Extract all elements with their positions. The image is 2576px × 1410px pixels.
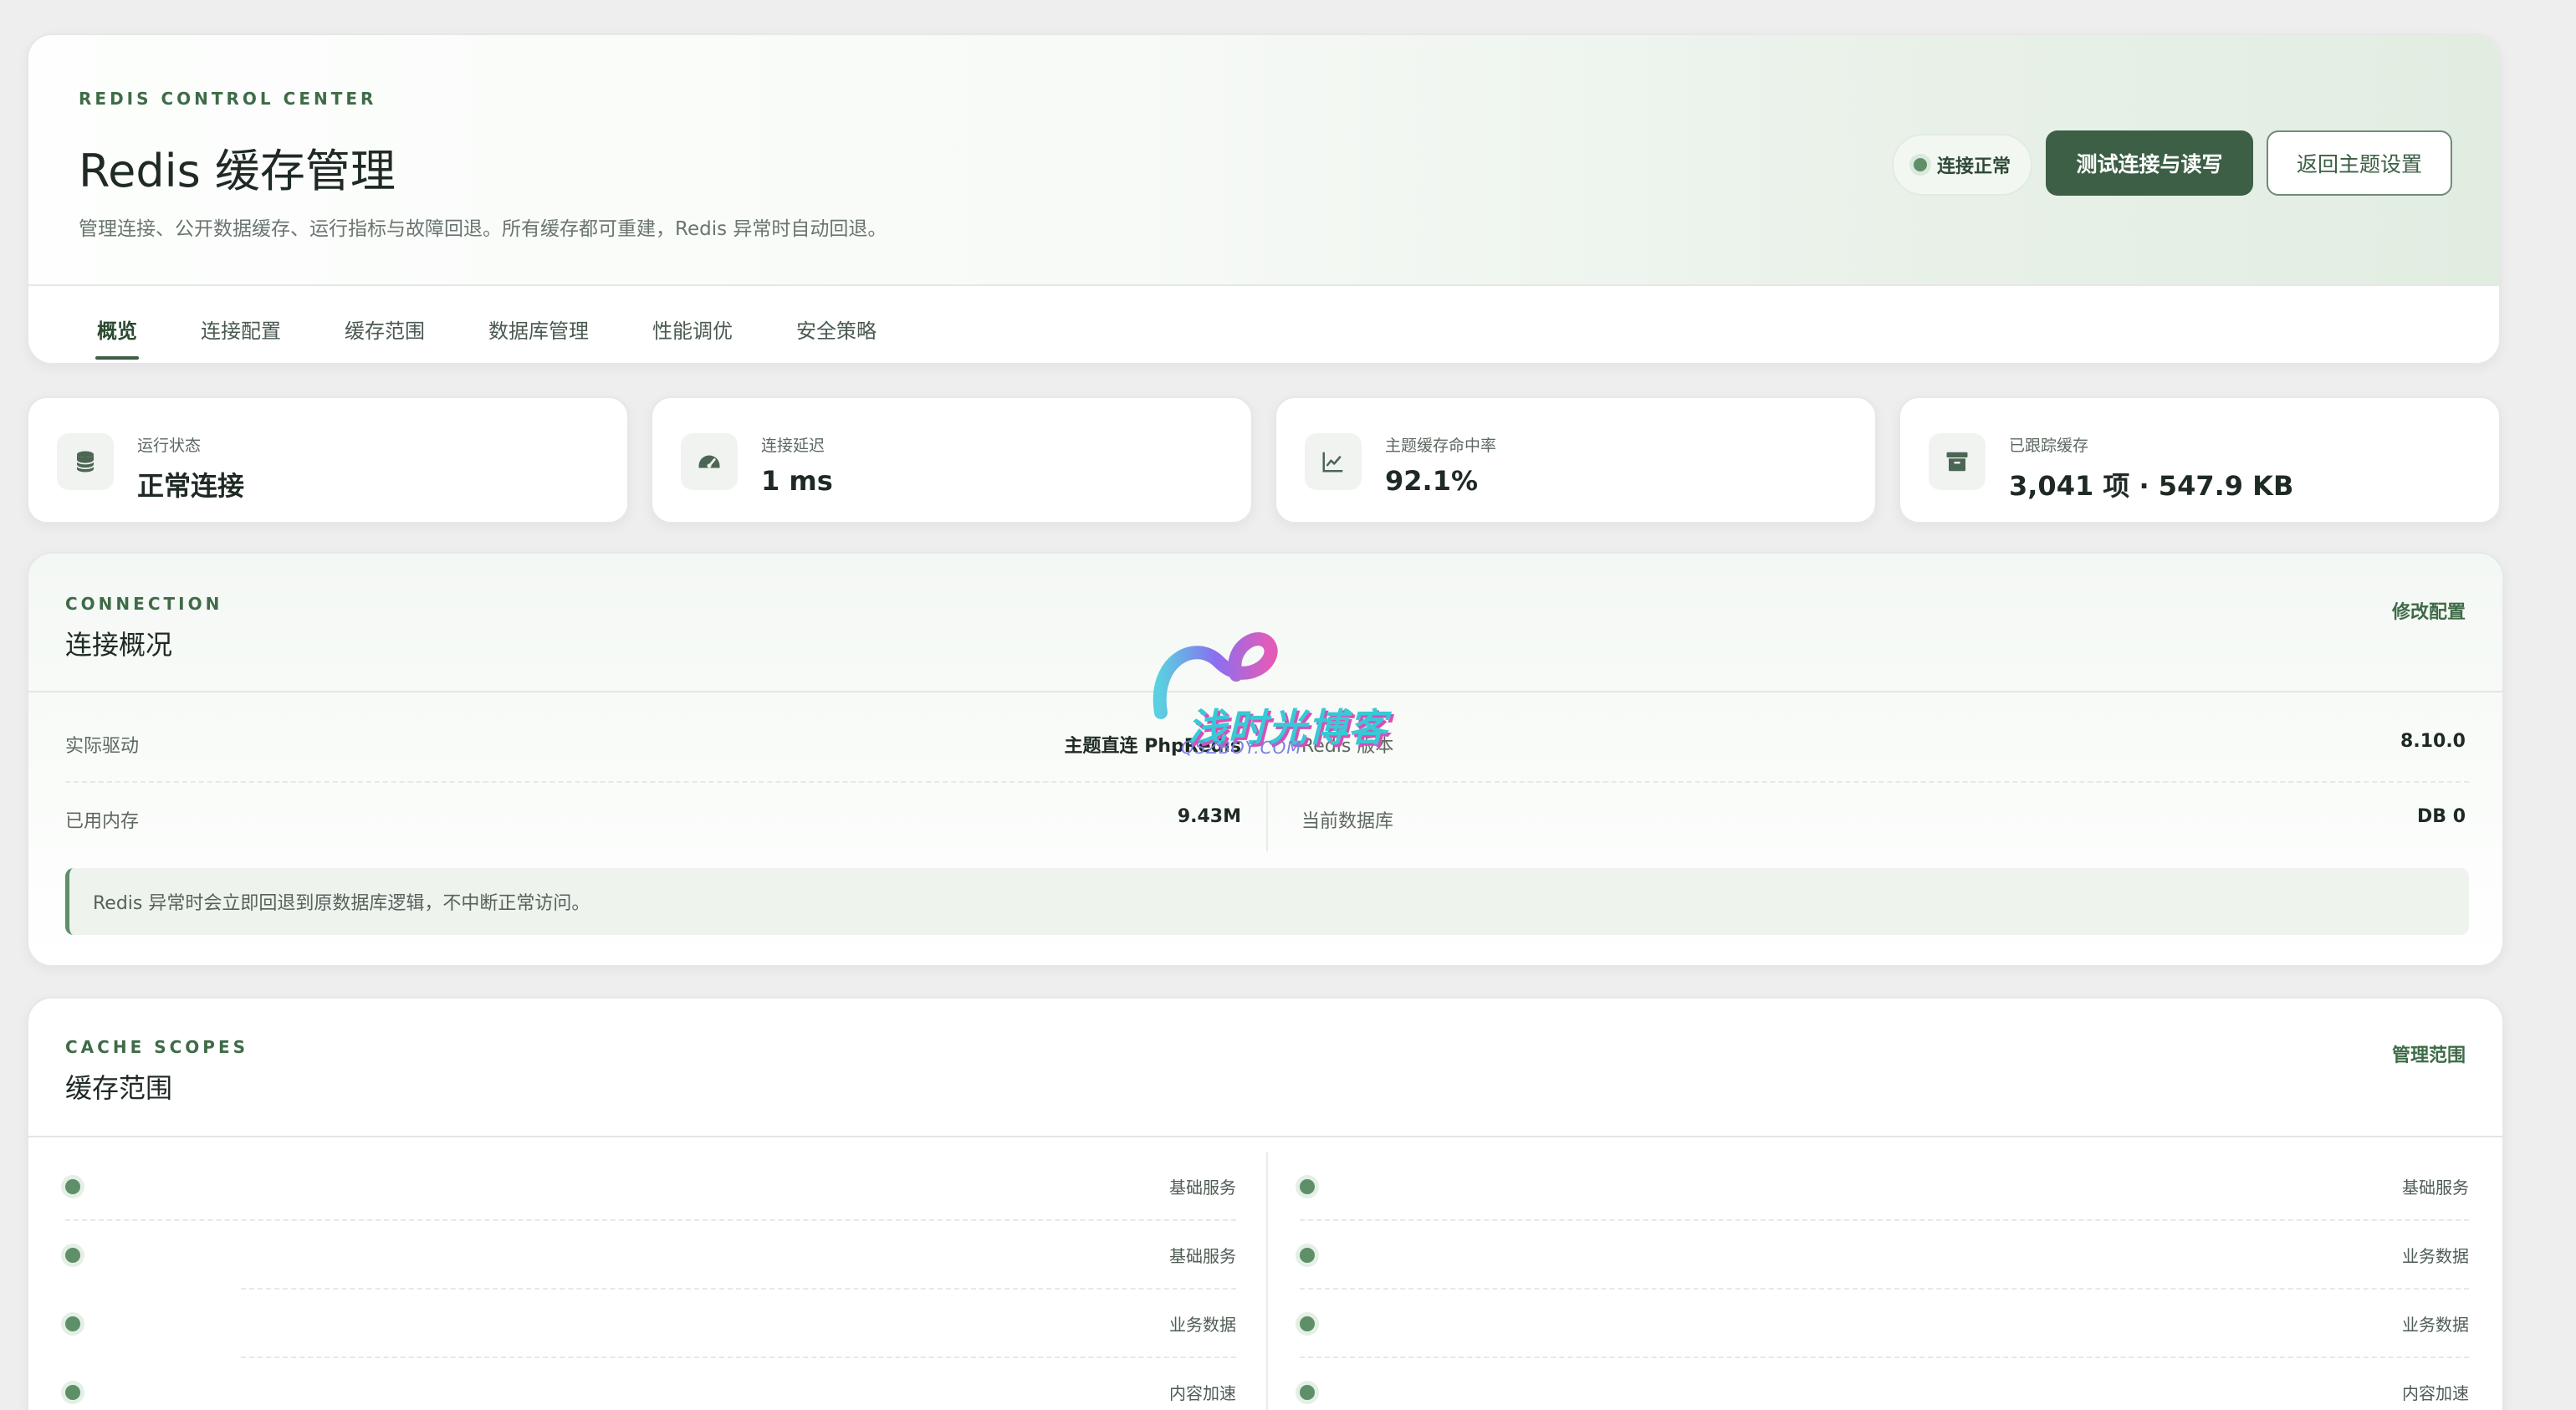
chart-icon [1305, 433, 1362, 490]
stat-value: 正常连接 [137, 470, 245, 502]
scope-category: 业务数据 [1169, 1315, 1236, 1335]
current-db-label: 当前数据库 [1301, 811, 1394, 832]
header-card: REDIS CONTROL CENTER Redis 缓存管理 管理连接、公开数… [27, 33, 2501, 365]
scope-status-dot [65, 1248, 80, 1263]
stat-value: 1 ms [761, 465, 833, 497]
test-connection-button[interactable]: 测试连接与读写 [2046, 130, 2253, 196]
scope-category: 业务数据 [2402, 1246, 2469, 1266]
status-dot-icon [1913, 158, 1927, 171]
back-to-theme-settings-button[interactable]: 返回主题设置 [2267, 130, 2452, 196]
stat-card-tracked-cache: 已跟踪缓存 3,041 项 · 547.9 KB [1899, 396, 2501, 524]
connection-title: 连接概况 [65, 629, 173, 661]
stat-label: 运行状态 [137, 437, 202, 455]
tab-performance-tuning[interactable]: 性能调优 [652, 314, 733, 344]
hero-banner: REDIS CONTROL CENTER Redis 缓存管理 管理连接、公开数… [28, 35, 2499, 286]
connection-status-badge: 连接正常 [1892, 134, 2032, 196]
current-db-value: DB 0 [2417, 806, 2466, 827]
scope-status-dot [1300, 1248, 1315, 1263]
scope-category: 内容加速 [2402, 1383, 2469, 1403]
scope-row: 基础服务 [65, 1221, 1236, 1290]
scope-row: 业务数据 [65, 1290, 1236, 1358]
stat-label: 主题缓存命中率 [1385, 437, 1497, 455]
stat-card-latency: 连接延迟 1 ms [651, 396, 1253, 524]
scope-row: 业务数据 [1300, 1290, 2469, 1358]
redis-version-value: 8.10.0 [2400, 731, 2466, 752]
scopes-eyebrow: CACHE SCOPES [65, 1037, 249, 1057]
speedometer-icon [681, 433, 738, 490]
section-divider [28, 1136, 2502, 1137]
column-divider [1266, 781, 1268, 851]
header-eyebrow: REDIS CONTROL CENTER [79, 89, 377, 109]
watermark-subtext: QSZBOY.COM [1181, 738, 1302, 758]
scope-category: 内容加速 [1169, 1383, 1236, 1403]
site-watermark: 浅时光博客 QSZBOY.COM [1137, 629, 1447, 763]
scope-row: 基础服务 [65, 1152, 1236, 1221]
scope-row: 基础服务 [1300, 1152, 2469, 1221]
tab-overview[interactable]: 概览 [97, 314, 137, 344]
active-tab-indicator [95, 356, 139, 360]
page-subtitle: 管理连接、公开数据缓存、运行指标与故障回退。所有缓存都可重建，Redis 异常时… [79, 218, 887, 240]
scope-row: 业务数据 [1300, 1221, 2469, 1290]
connection-status-label: 连接正常 [1936, 156, 2011, 177]
stat-label: 已跟踪缓存 [2009, 437, 2089, 455]
scopes-title: 缓存范围 [65, 1072, 173, 1104]
tab-security-policy[interactable]: 安全策略 [796, 314, 877, 344]
stat-label: 连接延迟 [761, 437, 825, 455]
cache-scopes-card: CACHE SCOPES 缓存范围 管理范围 基础服务 基础服务 业务数据 内容… [27, 997, 2504, 1410]
archive-icon [1929, 433, 1986, 490]
used-memory-value: 9.43M [1177, 806, 1241, 827]
scope-category: 基础服务 [2402, 1178, 2469, 1198]
manage-scopes-link[interactable]: 管理范围 [2392, 1040, 2466, 1067]
stat-card-hit-rate: 主题缓存命中率 92.1% [1275, 396, 1877, 524]
stat-value: 3,041 项 · 547.9 KB [2009, 470, 2294, 502]
fallback-note: Redis 异常时会立即回退到原数据库逻辑，不中断正常访问。 [65, 868, 2469, 935]
tab-database-management[interactable]: 数据库管理 [488, 314, 589, 344]
scope-row: 内容加速 [65, 1358, 1236, 1410]
connection-eyebrow: CONNECTION [65, 594, 223, 614]
scope-status-dot [1300, 1316, 1315, 1331]
driver-label: 实际驱动 [65, 736, 140, 757]
scope-category: 基础服务 [1169, 1178, 1236, 1198]
tab-connection-config[interactable]: 连接配置 [201, 314, 281, 344]
edit-config-link[interactable]: 修改配置 [2392, 597, 2466, 624]
column-divider [1266, 1152, 1268, 1410]
database-icon [57, 433, 114, 490]
scope-status-dot [65, 1316, 80, 1331]
scope-category: 基础服务 [1169, 1246, 1236, 1266]
scope-status-dot [1300, 1385, 1315, 1400]
tab-cache-scope[interactable]: 缓存范围 [345, 314, 425, 344]
scope-status-dot [65, 1179, 80, 1194]
scope-status-dot [65, 1385, 80, 1400]
scope-status-dot [1300, 1179, 1315, 1194]
used-memory-label: 已用内存 [65, 811, 140, 832]
scope-category: 业务数据 [2402, 1315, 2469, 1335]
stat-value: 92.1% [1385, 465, 1479, 497]
stat-card-status: 运行状态 正常连接 [27, 396, 629, 524]
scope-row: 内容加速 [1300, 1358, 2469, 1410]
tab-bar: 概览 连接配置 缓存范围 数据库管理 性能调优 安全策略 [28, 286, 2499, 363]
page-title: Redis 缓存管理 [79, 145, 396, 197]
